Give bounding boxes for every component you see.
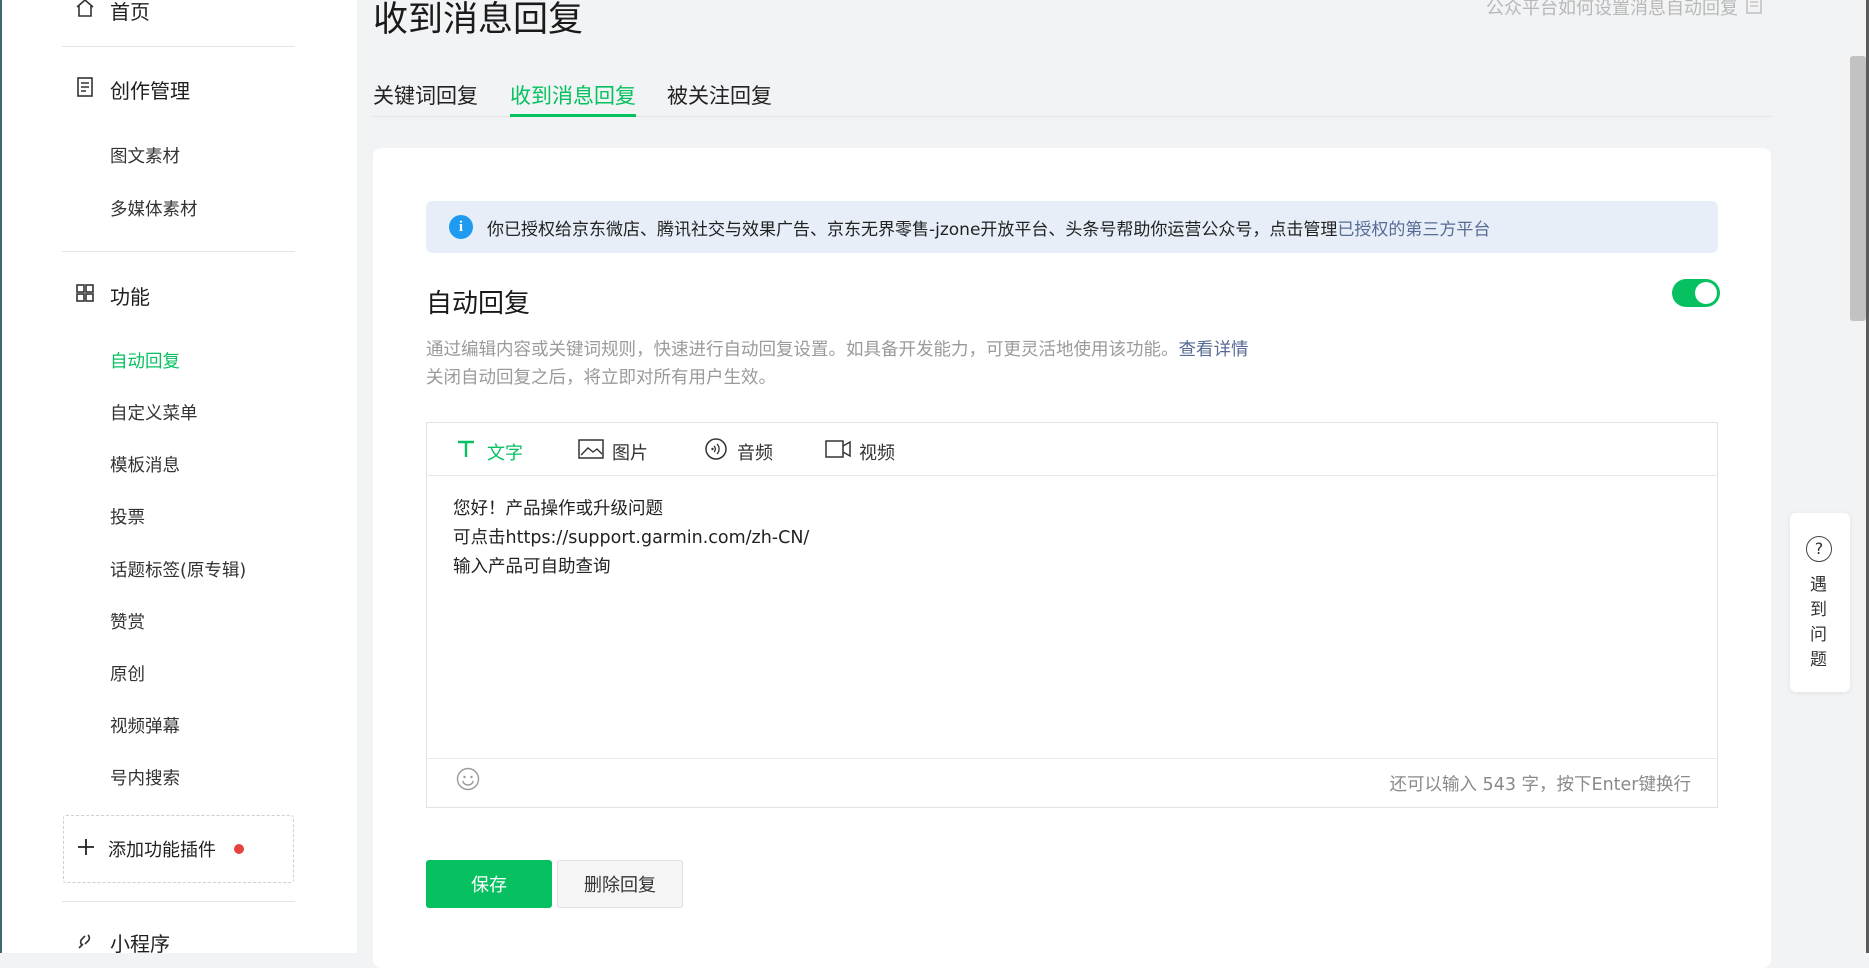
tab-message-reply[interactable]: 收到消息回复 [510, 80, 636, 110]
document-icon [74, 76, 96, 103]
sidebar-item-custom-menu[interactable]: 自定义菜单 [110, 400, 198, 425]
sidebar-item-video-danmaku[interactable]: 视频弹幕 [110, 713, 180, 738]
authorization-notice: i 你已授权给京东微店、腾讯社交与效果广告、京东无界零售-jzone开放平台、头… [426, 201, 1718, 253]
text-icon [453, 437, 479, 466]
reply-editor: 文字 图片 音频 视频 您好！产品操作或升级问题 可点击https://supp… [426, 422, 1718, 808]
sidebar-item-original[interactable]: 原创 [110, 661, 145, 686]
sidebar-item-topic-tags[interactable]: 话题标签(原专辑) [110, 557, 246, 582]
image-icon [578, 437, 604, 466]
editor-tab-video[interactable]: 视频 [825, 437, 895, 466]
editor-tab-audio-label: 音频 [737, 442, 773, 464]
info-icon: i [449, 215, 473, 239]
editor-type-tabs: 文字 图片 音频 视频 [427, 423, 1717, 476]
auto-reply-note: 关闭自动回复之后，将立即对所有用户生效。 [426, 368, 776, 388]
help-float-button[interactable]: ? 遇到问题 [1790, 513, 1850, 692]
sidebar-creation-label: 创作管理 [110, 79, 190, 103]
editor-footer: 还可以输入 543 字，按下Enter键换行 [427, 758, 1717, 807]
help-link[interactable]: 公众平台如何设置消息自动回复 [1486, 0, 1762, 20]
notification-dot [234, 844, 244, 854]
sidebar-item-home[interactable]: 首页 [74, 0, 150, 25]
delete-reply-button[interactable]: 删除回复 [557, 860, 683, 908]
add-plugin-button[interactable]: 添加功能插件 [63, 815, 294, 883]
sidebar-home-label: 首页 [110, 0, 150, 24]
auto-reply-description: 通过编辑内容或关键词规则，快速进行自动回复设置。如具备开发能力，可更灵活地使用该… [426, 336, 1249, 361]
sidebar-section-creation[interactable]: 创作管理 [74, 75, 190, 104]
sidebar-divider [62, 901, 295, 902]
reply-line: 输入产品可自助查询 [453, 557, 611, 577]
editor-tab-image[interactable]: 图片 [578, 437, 648, 466]
scrollbar-thumb[interactable] [1850, 56, 1866, 321]
help-float-label: 遇到问题 [1810, 575, 1827, 670]
reply-line: 可点击https://support.garmin.com/zh-CN/ [453, 528, 810, 548]
sidebar-section-features[interactable]: 功能 [74, 281, 150, 310]
sidebar-item-auto-reply[interactable]: 自动回复 [110, 348, 180, 373]
question-icon: ? [1806, 536, 1832, 562]
audio-icon [703, 437, 729, 466]
sidebar-features-label: 功能 [110, 285, 150, 309]
sidebar-divider [62, 251, 295, 252]
active-tab-indicator [510, 114, 636, 117]
add-plugin-label: 添加功能插件 [108, 840, 216, 861]
notice-text: 你已授权给京东微店、腾讯社交与效果广告、京东无界零售-jzone开放平台、头条号… [487, 219, 1338, 240]
tab-keyword-reply[interactable]: 关键词回复 [373, 80, 478, 110]
emoji-icon[interactable] [456, 767, 480, 791]
third-party-link[interactable]: 已授权的第三方平台 [1337, 215, 1490, 240]
sidebar-divider [62, 46, 295, 47]
reply-text-area[interactable]: 您好！产品操作或升级问题 可点击https://support.garmin.c… [453, 495, 809, 582]
sidebar-item-media[interactable]: 多媒体素材 [110, 196, 198, 221]
plus-icon [76, 837, 96, 862]
save-button[interactable]: 保存 [426, 860, 552, 908]
home-icon [74, 0, 96, 24]
page-title: 收到消息回复 [373, 0, 584, 40]
editor-tab-text-label: 文字 [487, 442, 523, 464]
toggle-knob [1695, 282, 1717, 304]
auto-reply-toggle[interactable] [1672, 279, 1720, 307]
view-details-link[interactable]: 查看详情 [1179, 340, 1249, 360]
sidebar-item-template-message[interactable]: 模板消息 [110, 452, 180, 477]
sidebar-item-in-account-search[interactable]: 号内搜索 [110, 765, 180, 790]
tab-follow-reply[interactable]: 被关注回复 [667, 80, 772, 110]
char-count: 还可以输入 543 字，按下Enter键换行 [1389, 775, 1692, 795]
sidebar-item-vote[interactable]: 投票 [110, 504, 145, 529]
link-icon [74, 929, 96, 956]
sidebar-item-reward[interactable]: 赞赏 [110, 609, 145, 634]
doc-icon [1746, 0, 1762, 19]
help-link-label: 公众平台如何设置消息自动回复 [1486, 0, 1738, 19]
description-text: 通过编辑内容或关键词规则，快速进行自动回复设置。如具备开发能力，可更灵活地使用该… [426, 340, 1179, 360]
editor-tab-image-label: 图片 [612, 442, 648, 464]
editor-tab-text[interactable]: 文字 [453, 437, 523, 466]
reply-line: 您好！产品操作或升级问题 [453, 499, 663, 519]
window-edge [0, 0, 2, 953]
video-icon [825, 437, 851, 466]
grid-icon [74, 282, 96, 309]
editor-tab-audio[interactable]: 音频 [703, 437, 773, 466]
auto-reply-title: 自动回复 [426, 289, 531, 319]
editor-tab-video-label: 视频 [859, 442, 895, 464]
sidebar-item-articles[interactable]: 图文素材 [110, 143, 180, 168]
